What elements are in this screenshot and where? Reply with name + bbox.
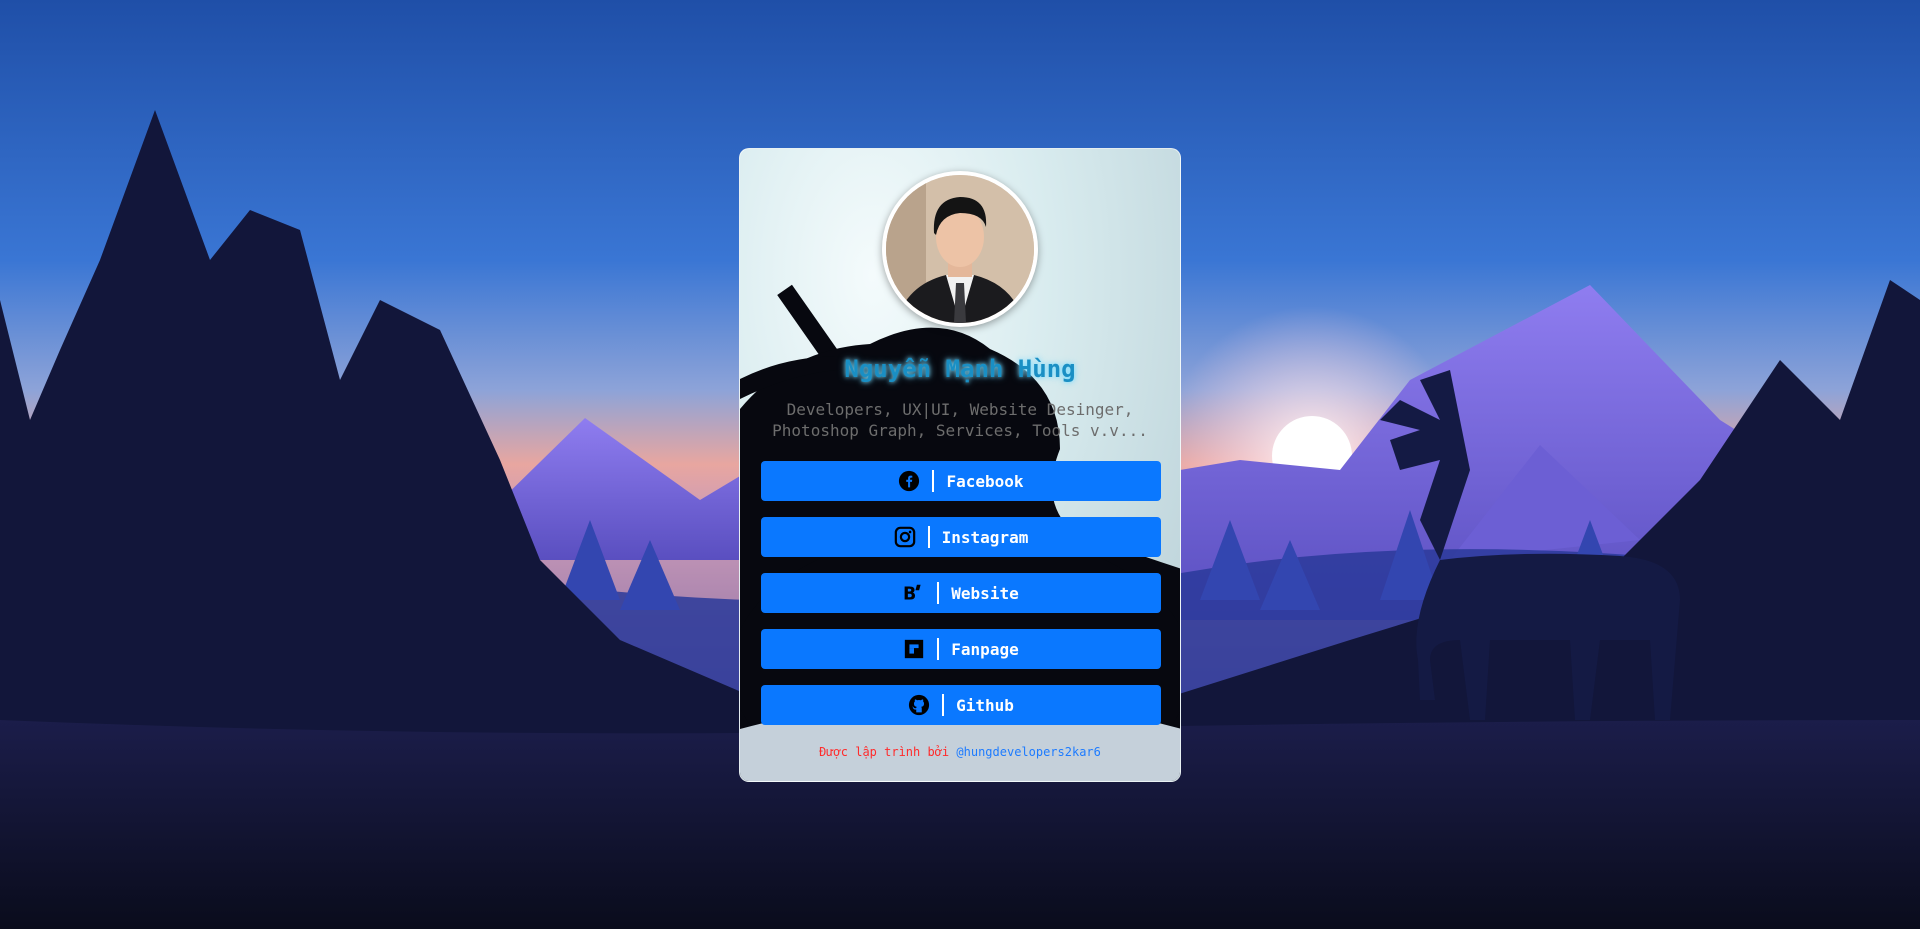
bio-line-2: Photoshop Graph, Services, Tools v.v...	[772, 421, 1148, 440]
separator	[937, 638, 940, 660]
profile-card: Nguyễn Mạnh Hùng Developers, UX|UI, Webs…	[739, 148, 1181, 782]
social-links: Facebook Instagram B Website Fanpage Git…	[761, 461, 1161, 741]
footer-credit: Được lập trình bởi @hungdevelopers2kar6	[740, 745, 1180, 759]
instagram-label: Instagram	[941, 527, 1029, 547]
github-label: Github	[956, 695, 1014, 715]
fanpage-label: Fanpage	[951, 639, 1019, 659]
profile-name: Nguyễn Mạnh Hùng	[844, 355, 1076, 383]
website-label: Website	[951, 583, 1019, 603]
fanpage-button[interactable]: Fanpage	[761, 629, 1161, 669]
bio-line-1: Developers, UX|UI, Website Desinger,	[786, 400, 1134, 419]
separator	[932, 470, 935, 492]
svg-text:B: B	[903, 584, 916, 604]
footer-by-text: Được lập trình bởi	[819, 745, 950, 759]
separator	[927, 526, 930, 548]
website-button[interactable]: B Website	[761, 573, 1161, 613]
separator	[937, 582, 940, 604]
facebook-label: Facebook	[946, 471, 1024, 491]
behance-icon: B	[903, 582, 925, 604]
footer-handle-link[interactable]: @hungdevelopers2kar6	[956, 745, 1101, 759]
github-button[interactable]: Github	[761, 685, 1161, 725]
instagram-icon	[894, 526, 916, 548]
facebook-button[interactable]: Facebook	[761, 461, 1161, 501]
avatar-photo	[886, 175, 1034, 323]
separator	[942, 694, 945, 716]
flipboard-icon	[903, 638, 925, 660]
facebook-icon	[898, 470, 920, 492]
profile-bio: Developers, UX|UI, Website Desinger, Pho…	[760, 399, 1160, 441]
instagram-button[interactable]: Instagram	[761, 517, 1161, 557]
github-icon	[908, 694, 930, 716]
avatar	[882, 171, 1038, 327]
